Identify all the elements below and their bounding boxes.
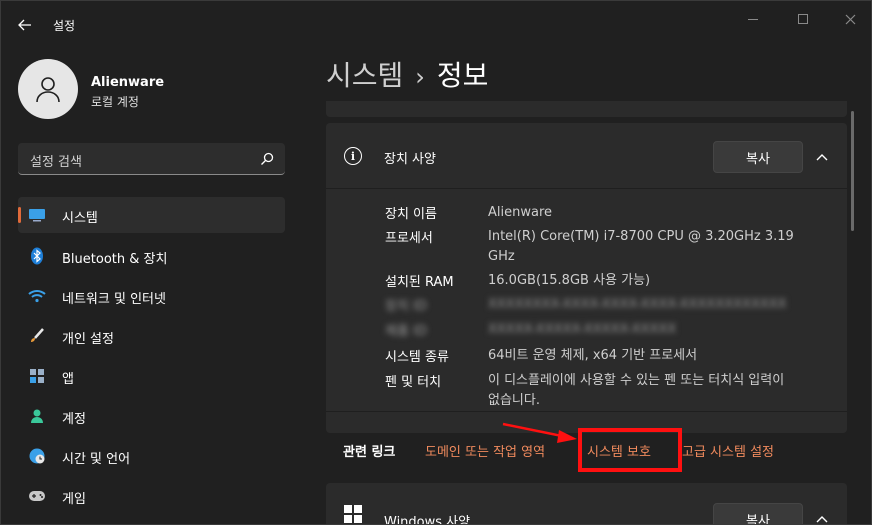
maximize-button[interactable] xyxy=(780,9,826,29)
windows-logo-icon xyxy=(344,505,362,523)
info-icon: i xyxy=(344,147,362,165)
active-indicator xyxy=(18,207,21,223)
user-icon xyxy=(36,77,60,103)
sidebar-item-label: Bluetooth & 장치 xyxy=(62,252,168,267)
spec-value: 64비트 운영 체제, x64 기반 프로세서 xyxy=(488,348,698,363)
wifi-icon xyxy=(28,287,46,305)
sidebar-item-label: 네트워크 및 인터넷 xyxy=(62,292,166,307)
spec-value: Alienware xyxy=(488,205,553,220)
sidebar-item-personalization[interactable]: 개인 설정 xyxy=(18,318,285,354)
device-specs-title: 장치 사양 xyxy=(384,152,436,167)
windows-specs-title: Windows 사양 xyxy=(384,515,471,525)
brush-icon xyxy=(28,327,46,345)
profile-account-type: 로컬 계정 xyxy=(91,95,139,109)
minimize-icon xyxy=(748,18,758,20)
breadcrumb: 시스템 › 정보 xyxy=(326,54,488,94)
spec-label: 장치 이름 xyxy=(385,207,437,222)
sidebar-item-label: 개인 설정 xyxy=(62,332,114,347)
sidebar-item-bluetooth[interactable]: Bluetooth & 장치 xyxy=(18,238,285,274)
related-links-label: 관련 링크 xyxy=(343,445,396,460)
previous-card xyxy=(326,101,847,117)
avatar[interactable] xyxy=(18,59,78,119)
device-specs-card: i 장치 사양 복사 장치 이름 Alienware 프로세서 Intel(R)… xyxy=(326,123,847,433)
spec-value-redacted: XXXXX-XXXXX-XXXXX-XXXXX xyxy=(488,322,677,337)
copy-button[interactable]: 복사 xyxy=(713,141,803,173)
spec-value: 16.0GB(15.8GB 사용 가능) xyxy=(488,273,651,288)
settings-window: 설정 Alienware 로컬 계정 설정 검색 시스템 Bluetooth &… xyxy=(0,0,872,525)
sidebar-item-apps[interactable]: 앱 xyxy=(18,358,285,394)
search-input[interactable]: 설정 검색 xyxy=(18,143,285,175)
minimize-button[interactable] xyxy=(730,9,776,29)
spec-label-redacted: 제품 ID xyxy=(385,324,427,339)
copy-button[interactable]: 복사 xyxy=(713,503,803,524)
sidebar-item-accounts[interactable]: 계정 xyxy=(18,398,285,434)
gamepad-icon xyxy=(28,487,46,505)
windows-specs-card[interactable]: Windows 사양 복사 xyxy=(326,483,847,525)
search-icon xyxy=(261,152,274,165)
person-icon xyxy=(28,407,46,425)
sidebar-item-label: 계정 xyxy=(62,412,86,427)
maximize-icon xyxy=(798,14,808,24)
chevron-up-icon[interactable] xyxy=(814,149,830,165)
bluetooth-icon xyxy=(28,247,46,265)
app-title: 설정 xyxy=(53,19,76,33)
profile-name: Alienware xyxy=(91,75,165,90)
breadcrumb-parent[interactable]: 시스템 xyxy=(326,59,403,92)
spec-label: 프로세서 xyxy=(385,231,433,246)
sidebar-item-label: 앱 xyxy=(62,372,74,387)
sidebar-item-label: 시간 및 언어 xyxy=(62,452,131,467)
globe-clock-icon xyxy=(28,447,46,465)
breadcrumb-separator: › xyxy=(415,63,425,91)
sidebar-item-label: 시스템 xyxy=(62,211,98,226)
arrow-left-icon xyxy=(18,19,31,31)
page-title: 정보 xyxy=(436,59,489,92)
annotation-highlight-box xyxy=(578,428,682,472)
search-placeholder: 설정 검색 xyxy=(30,155,82,170)
link-advanced-system-settings[interactable]: 고급 시스템 설정 xyxy=(682,441,774,460)
system-display-icon xyxy=(28,206,46,224)
annotation-arrow-icon xyxy=(502,422,577,443)
device-specs-header[interactable]: i 장치 사양 복사 xyxy=(326,123,847,189)
sidebar-item-network[interactable]: 네트워크 및 인터넷 xyxy=(18,278,285,314)
scrollbar[interactable] xyxy=(851,111,854,231)
spec-label: 펜 및 터치 xyxy=(385,375,442,390)
close-button[interactable] xyxy=(827,9,871,29)
spec-value: 이 디스플레이에 사용할 수 있는 펜 또는 터치식 입력이 없습니다. xyxy=(488,373,785,408)
back-button[interactable] xyxy=(13,13,37,37)
spec-value: Intel(R) Core(TM) i7-8700 CPU @ 3.20GHz … xyxy=(488,229,794,264)
spec-label: 설치된 RAM xyxy=(385,275,454,290)
sidebar-item-label: 게임 xyxy=(62,492,86,507)
title-bar: 설정 xyxy=(1,1,871,45)
spec-label: 시스템 종류 xyxy=(385,350,449,365)
sidebar-item-system[interactable]: 시스템 xyxy=(18,197,285,233)
sidebar-item-gaming[interactable]: 게임 xyxy=(18,478,285,514)
sidebar-item-time-language[interactable]: 시간 및 언어 xyxy=(18,438,285,474)
spec-label-redacted: 장치 ID xyxy=(385,299,427,314)
apps-icon xyxy=(28,367,46,385)
chevron-up-icon[interactable] xyxy=(814,511,830,524)
close-icon xyxy=(845,14,855,24)
divider xyxy=(326,411,847,412)
spec-value-redacted: XXXXXXXX-XXXX-XXXX-XXXX-XXXXXXXXXXXX xyxy=(488,297,787,312)
